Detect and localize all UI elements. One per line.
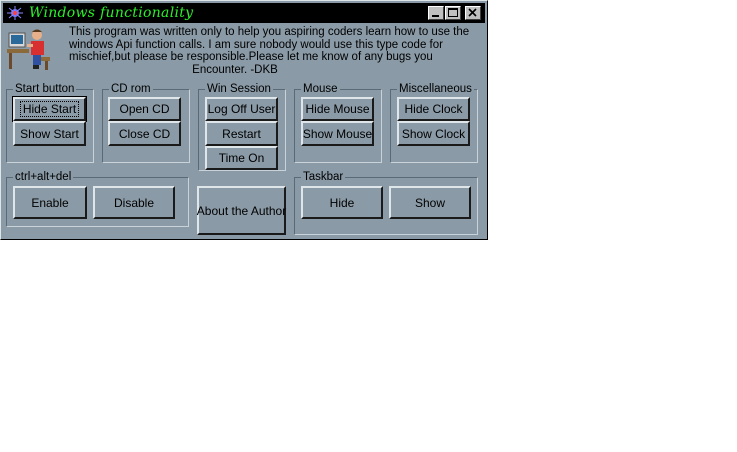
hide-clock-button[interactable]: Hide Clock [397, 97, 470, 121]
minimize-icon [432, 15, 439, 17]
maximize-icon [448, 8, 458, 17]
disable-button[interactable]: Disable [93, 186, 175, 219]
close-icon [468, 8, 477, 17]
show-clock-button[interactable]: Show Clock [397, 121, 470, 146]
group-legend: ctrl+alt+del [13, 170, 74, 184]
log-off-user-button[interactable]: Log Off User [205, 97, 278, 121]
enable-button[interactable]: Enable [13, 186, 87, 219]
maximize-button[interactable] [445, 6, 461, 20]
hide-start-button[interactable]: Hide Start [12, 96, 87, 122]
app-window: Windows functionality This program was w… [0, 0, 488, 240]
intro-line: This program was written only to help yo… [69, 26, 470, 38]
group-legend: CD rom [109, 82, 153, 96]
close-button[interactable] [465, 6, 481, 20]
group-legend: Win Session [205, 82, 273, 96]
intro-line: Encounter. -DKB [192, 63, 278, 76]
hide-taskbar-button[interactable]: Hide [301, 186, 383, 219]
about-author-button[interactable]: About the Author [197, 186, 286, 235]
group-legend: Miscellaneous [397, 82, 474, 96]
group-legend: Start button [13, 82, 77, 96]
app-icon[interactable] [6, 5, 24, 21]
hide-mouse-button[interactable]: Hide Mouse [301, 97, 374, 121]
computer-user-icon [7, 29, 50, 70]
open-cd-button[interactable]: Open CD [108, 97, 181, 121]
title-bar[interactable]: Windows functionality [3, 3, 485, 23]
restart-button[interactable]: Restart [205, 121, 278, 146]
intro-line: windows Api function calls. I am sure no… [69, 38, 443, 51]
minimize-button[interactable] [428, 6, 444, 20]
show-mouse-button[interactable]: Show Mouse [301, 121, 374, 146]
group-legend: Mouse [301, 82, 340, 96]
show-taskbar-button[interactable]: Show [389, 186, 471, 219]
window-title: Windows functionality [29, 5, 194, 21]
intro-text: This program was written only to help yo… [69, 26, 481, 76]
time-on-button[interactable]: Time On [205, 146, 278, 170]
close-cd-button[interactable]: Close CD [108, 121, 181, 146]
show-start-button[interactable]: Show Start [13, 121, 86, 146]
group-legend: Taskbar [301, 170, 346, 184]
intro-line: mischief,but please be responsible.Pleas… [69, 51, 433, 63]
